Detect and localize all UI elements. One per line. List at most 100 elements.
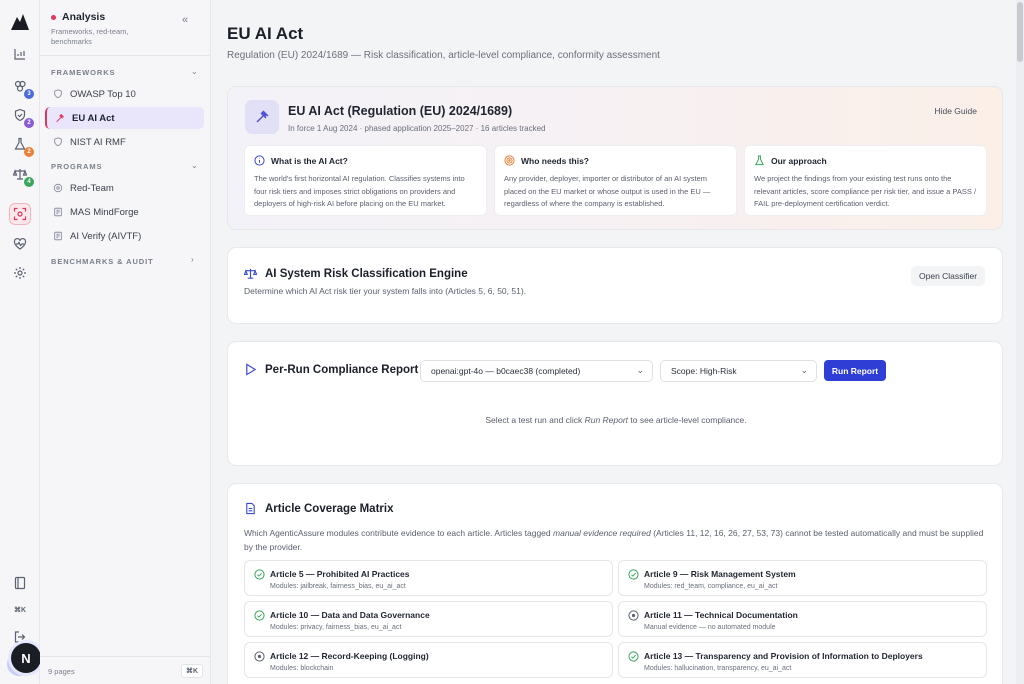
- sidebar-item-eu-ai-act[interactable]: EU AI Act: [45, 107, 204, 129]
- shield-icon: [54, 137, 62, 147]
- document-icon: [246, 502, 255, 515]
- status-dot: [51, 14, 56, 20]
- guide-title: EU AI Act (Regulation (EU) 2024/1689): [288, 104, 513, 118]
- scope-select-value: Scope: High-Risk: [671, 366, 737, 376]
- article-item[interactable]: Article 10 — Data and Data Governance Mo…: [244, 601, 613, 637]
- guide-box-text: Any provider, deployer, importer or dist…: [504, 174, 711, 209]
- shield-icon: [54, 89, 62, 99]
- compliance-report-card: Per-Run Compliance Report openai:gpt-4o …: [227, 341, 1003, 466]
- guide-box-heading: Our approach: [771, 155, 827, 166]
- rail-scale-icon[interactable]: 4: [9, 163, 34, 187]
- page-count: 9 pages: [48, 667, 75, 676]
- play-icon: [246, 363, 257, 376]
- page-subtitle: Regulation (EU) 2024/1689 — Risk classif…: [227, 50, 660, 61]
- icon-rail: 3 2 2 4 ⌘K N: [0, 0, 41, 684]
- rail-scan-icon[interactable]: [9, 203, 31, 225]
- chevron-right-icon[interactable]: ›: [191, 255, 194, 264]
- sidebar: Analysis Frameworks, red-team, benchmark…: [40, 0, 211, 684]
- check-icon: [254, 569, 265, 580]
- guide-subtitle: In force 1 Aug 2024 · phased application…: [288, 124, 546, 133]
- rail-modules-icon[interactable]: 3: [9, 75, 34, 99]
- command-shortcut[interactable]: ⌘K: [181, 664, 204, 678]
- rail-settings-icon[interactable]: [9, 262, 31, 284]
- rail-shortcut-label[interactable]: ⌘K: [9, 599, 31, 621]
- article-title: Article 10 — Data and Data Governance: [270, 610, 430, 620]
- flask-icon: [755, 155, 764, 166]
- sidebar-item-label: AI Verify (AIVTF): [70, 230, 142, 242]
- article-item[interactable]: Article 11 — Technical Documentation Man…: [618, 601, 987, 637]
- chevron-down-icon: ⌄: [800, 365, 808, 375]
- sidebar-item-label: EU AI Act: [72, 112, 115, 124]
- scale-icon: [244, 268, 257, 279]
- matrix-card-title-text: Article Coverage Matrix: [265, 502, 394, 515]
- info-icon: [254, 155, 265, 166]
- empty-text-em: Run Report: [584, 415, 629, 425]
- collapse-sidebar-button[interactable]: «: [182, 14, 188, 26]
- sidebar-title: Analysis: [51, 11, 201, 23]
- section-frameworks[interactable]: FRAMEWORKS: [51, 68, 115, 77]
- guide-box-heading: Who needs this?: [521, 155, 589, 166]
- scope-select[interactable]: Scope: High-Risk ⌄: [660, 360, 817, 382]
- matrix-card-title: Article Coverage Matrix: [244, 502, 393, 515]
- sidebar-item-label: MAS MindForge: [70, 206, 139, 218]
- sidebar-item-ai-verify[interactable]: AI Verify (AIVTF): [45, 225, 204, 247]
- sidebar-item-label: NIST AI RMF: [70, 136, 126, 148]
- rail-analytics-icon[interactable]: [9, 43, 31, 65]
- avatar[interactable]: N: [11, 643, 41, 673]
- guide-box-what: What is the AI Act? The world's first ho…: [244, 145, 487, 216]
- sidebar-subtitle: Frameworks, red-team, benchmarks: [51, 27, 129, 46]
- article-modules: Modules: privacy, fairness_bias, eu_ai_a…: [270, 624, 402, 631]
- article-title: Article 13 — Transparency and Provision …: [644, 651, 923, 661]
- dot-icon: [254, 651, 265, 662]
- rail-heart-icon[interactable]: [9, 233, 31, 255]
- matrix-desc-em: manual evidence required: [553, 528, 651, 538]
- article-title: Article 11 — Technical Documentation: [644, 610, 798, 620]
- run-report-button[interactable]: Run Report: [824, 360, 886, 381]
- scrollbar-thumb[interactable]: [1017, 2, 1023, 62]
- chevron-down-icon[interactable]: ⌄: [191, 161, 198, 170]
- article-title: Article 5 — Prohibited AI Practices: [270, 569, 410, 579]
- article-item[interactable]: Article 12 — Record-Keeping (Logging) Mo…: [244, 642, 613, 678]
- target-icon: [504, 155, 515, 166]
- article-modules: Manual evidence — no automated module: [644, 624, 776, 631]
- section-programs[interactable]: PROGRAMS: [51, 162, 102, 171]
- guide-box-approach: Our approach We project the findings fro…: [744, 145, 987, 216]
- test-run-select-value: openai:gpt-4o — b0caec38 (completed): [431, 366, 581, 376]
- article-item[interactable]: Article 5 — Prohibited AI Practices Modu…: [244, 560, 613, 596]
- main-content: EU AI Act Regulation (EU) 2024/1689 — Ri…: [211, 0, 1024, 684]
- rail-badge: 4: [24, 177, 34, 187]
- guide-box-heading: What is the AI Act?: [271, 155, 348, 166]
- sidebar-item-red-team[interactable]: Red-Team: [45, 177, 204, 199]
- matrix-desc-prefix: Which AgenticAssure modules contribute e…: [244, 528, 554, 538]
- test-run-select[interactable]: openai:gpt-4o — b0caec38 (completed) ⌄: [420, 360, 653, 382]
- guide-box-text: The world's first horizontal AI regulati…: [254, 174, 465, 209]
- sidebar-item-owasp[interactable]: OWASP Top 10: [45, 83, 204, 105]
- section-benchmarks[interactable]: BENCHMARKS & AUDIT: [51, 257, 154, 266]
- risk-card-title-text: AI System Risk Classification Engine: [265, 267, 468, 280]
- dot-icon: [628, 610, 639, 621]
- guide-box-text: We project the findings from your existi…: [754, 174, 977, 209]
- check-icon: [628, 569, 639, 580]
- hide-guide-button[interactable]: Hide Guide: [934, 106, 977, 116]
- chevron-down-icon[interactable]: ⌄: [191, 67, 198, 76]
- rail-badge: 3: [24, 89, 34, 99]
- sidebar-title-text: Analysis: [62, 11, 106, 23]
- rail-book-icon[interactable]: [9, 572, 31, 594]
- article-title: Article 9 — Risk Management System: [644, 569, 796, 579]
- sidebar-item-nist[interactable]: NIST AI RMF: [45, 131, 204, 153]
- article-modules: Modules: blockchain: [270, 665, 334, 672]
- rail-badge: 2: [24, 118, 34, 128]
- gavel-icon: [245, 100, 279, 134]
- open-classifier-button[interactable]: Open Classifier: [911, 266, 986, 286]
- rail-flask-icon[interactable]: 2: [9, 133, 34, 157]
- check-icon: [254, 610, 265, 621]
- empty-text-suffix: to see article-level compliance.: [628, 415, 747, 425]
- sidebar-item-mas-mindforge[interactable]: MAS MindForge: [45, 201, 204, 223]
- article-item[interactable]: Article 9 — Risk Management System Modul…: [618, 560, 987, 596]
- article-item[interactable]: Article 13 — Transparency and Provision …: [618, 642, 987, 678]
- document-icon: [54, 231, 62, 241]
- sidebar-footer: 9 pages ⌘K: [40, 656, 210, 684]
- scrollbar[interactable]: [1016, 0, 1024, 684]
- sidebar-item-label: OWASP Top 10: [70, 88, 136, 100]
- rail-shield-icon[interactable]: 2: [9, 104, 34, 128]
